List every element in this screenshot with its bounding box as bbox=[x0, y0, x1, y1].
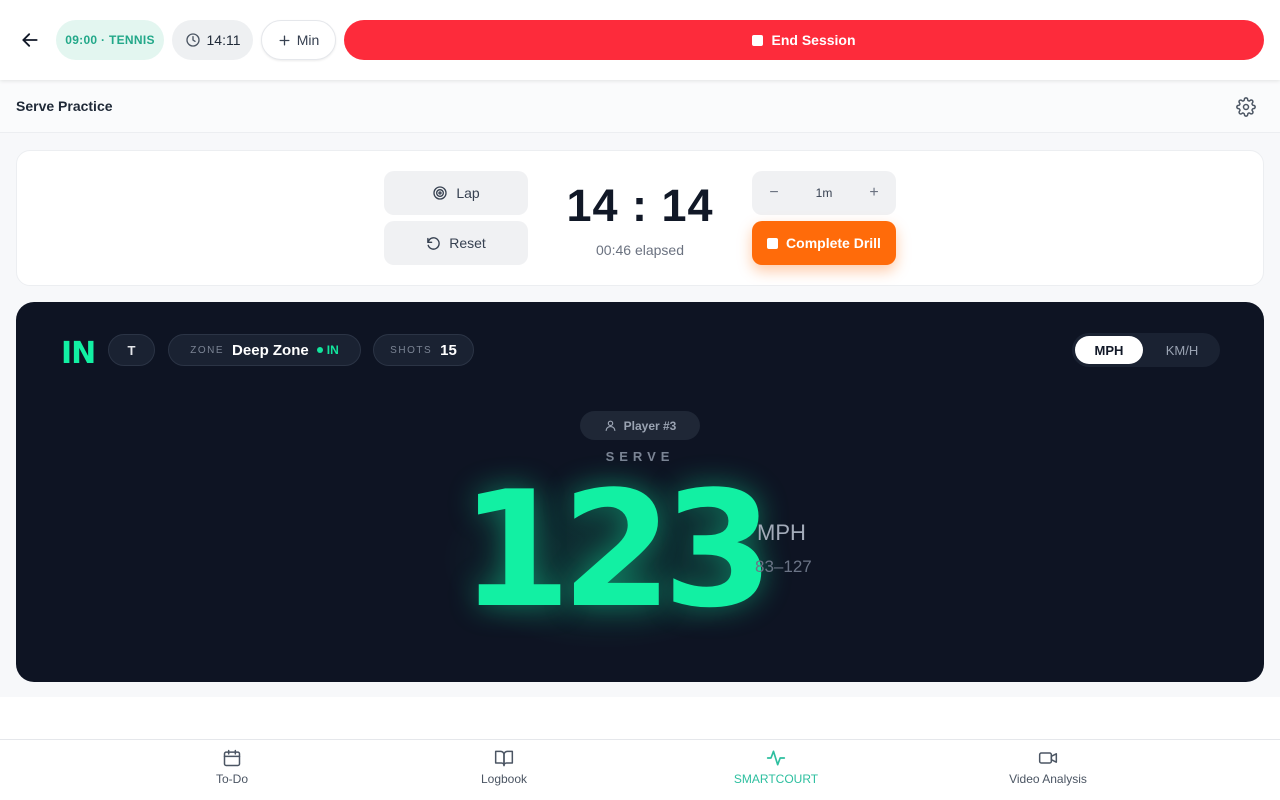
page-header: Serve Practice bbox=[0, 80, 1280, 133]
clock-time: 14:11 bbox=[206, 32, 241, 48]
rotate-ccw-icon bbox=[427, 236, 440, 250]
speed-unit: MPH bbox=[757, 520, 806, 545]
nav-item-smartcourt[interactable]: SMARTCOURT bbox=[696, 748, 856, 796]
unit-toggle: MPH KM/H bbox=[1072, 333, 1220, 367]
end-session-button[interactable]: End Session bbox=[344, 20, 1264, 60]
zone-status: IN bbox=[326, 343, 339, 357]
lap-button[interactable]: Lap bbox=[384, 171, 528, 215]
session-label: 09:00 · TENNIS bbox=[65, 33, 155, 47]
zone-key: ZONE bbox=[190, 344, 225, 356]
arrow-left-icon bbox=[22, 33, 38, 47]
nav-label-logbook: Logbook bbox=[480, 772, 528, 786]
nav-item-video-analysis[interactable]: Video Analysis bbox=[968, 748, 1128, 796]
target-chip[interactable]: T bbox=[108, 334, 155, 366]
plus-icon bbox=[279, 35, 290, 45]
speed-range: 83–127 bbox=[755, 557, 812, 576]
content-spacer bbox=[0, 697, 1280, 740]
nav-label-smartcourt: SMARTCOURT bbox=[733, 772, 819, 786]
nav-label-video-analysis: Video Analysis bbox=[1009, 772, 1087, 786]
in-call-logo: IN bbox=[61, 336, 96, 371]
calendar-icon bbox=[223, 749, 241, 767]
complete-drill-label: Complete Drill bbox=[786, 235, 881, 251]
book-icon bbox=[494, 750, 514, 767]
serve-speed-value: 123 bbox=[460, 456, 774, 643]
end-session-label: End Session bbox=[771, 32, 856, 48]
shots-key: SHOTS bbox=[390, 344, 433, 356]
countdown-display: 14 : 14 bbox=[566, 180, 714, 231]
player-chip[interactable]: Player #3 bbox=[580, 411, 700, 440]
increment-button[interactable]: + bbox=[866, 184, 882, 202]
shots-count: 15 bbox=[440, 341, 457, 359]
square-icon bbox=[767, 237, 779, 249]
target-chip-label: T bbox=[127, 342, 136, 358]
clock-chip: 14:11 bbox=[172, 20, 253, 60]
zone-value: Deep Zone bbox=[232, 341, 309, 359]
page-title: Serve Practice bbox=[16, 98, 113, 114]
reset-label: Reset bbox=[449, 235, 486, 251]
bottom-navigation: To-Do Logbook SMARTCOURT Video Analysis bbox=[0, 739, 1280, 800]
shots-chip: SHOTS 15 bbox=[373, 334, 474, 366]
zone-chip: ZONE Deep Zone IN bbox=[168, 334, 361, 366]
gear-icon bbox=[1236, 97, 1256, 117]
decrement-button[interactable]: − bbox=[766, 184, 782, 202]
unit-mph-option[interactable]: MPH bbox=[1075, 336, 1143, 364]
video-icon bbox=[1038, 752, 1058, 764]
target-icon bbox=[433, 186, 447, 200]
settings-button[interactable] bbox=[1234, 95, 1258, 119]
nav-item-logbook[interactable]: Logbook bbox=[424, 748, 584, 796]
add-minute-button[interactable]: Min bbox=[261, 20, 336, 60]
elapsed-time: 00:46 elapsed bbox=[596, 242, 684, 258]
stop-icon bbox=[752, 34, 764, 46]
activity-icon bbox=[766, 750, 786, 766]
nav-label-todo: To-Do bbox=[215, 772, 248, 786]
status-dot-icon bbox=[316, 347, 323, 353]
top-bar: 09:00 · TENNIS 14:11 Min End Session bbox=[0, 0, 1280, 80]
unit-kmh-option[interactable]: KM/H bbox=[1147, 336, 1217, 364]
back-button[interactable] bbox=[14, 24, 46, 56]
player-name: Player #3 bbox=[623, 418, 677, 433]
add-minute-label: Min bbox=[296, 32, 320, 48]
reset-button[interactable]: Reset bbox=[384, 221, 528, 265]
session-badge: 09:00 · TENNIS bbox=[56, 20, 164, 60]
user-icon bbox=[605, 420, 616, 431]
step-value: 1m bbox=[815, 186, 833, 200]
clock-icon bbox=[185, 33, 200, 47]
nav-item-todo[interactable]: To-Do bbox=[152, 748, 312, 796]
time-step-control: − 1m + bbox=[752, 171, 896, 215]
lap-label: Lap bbox=[456, 185, 480, 201]
complete-drill-button[interactable]: Complete Drill bbox=[752, 221, 896, 265]
